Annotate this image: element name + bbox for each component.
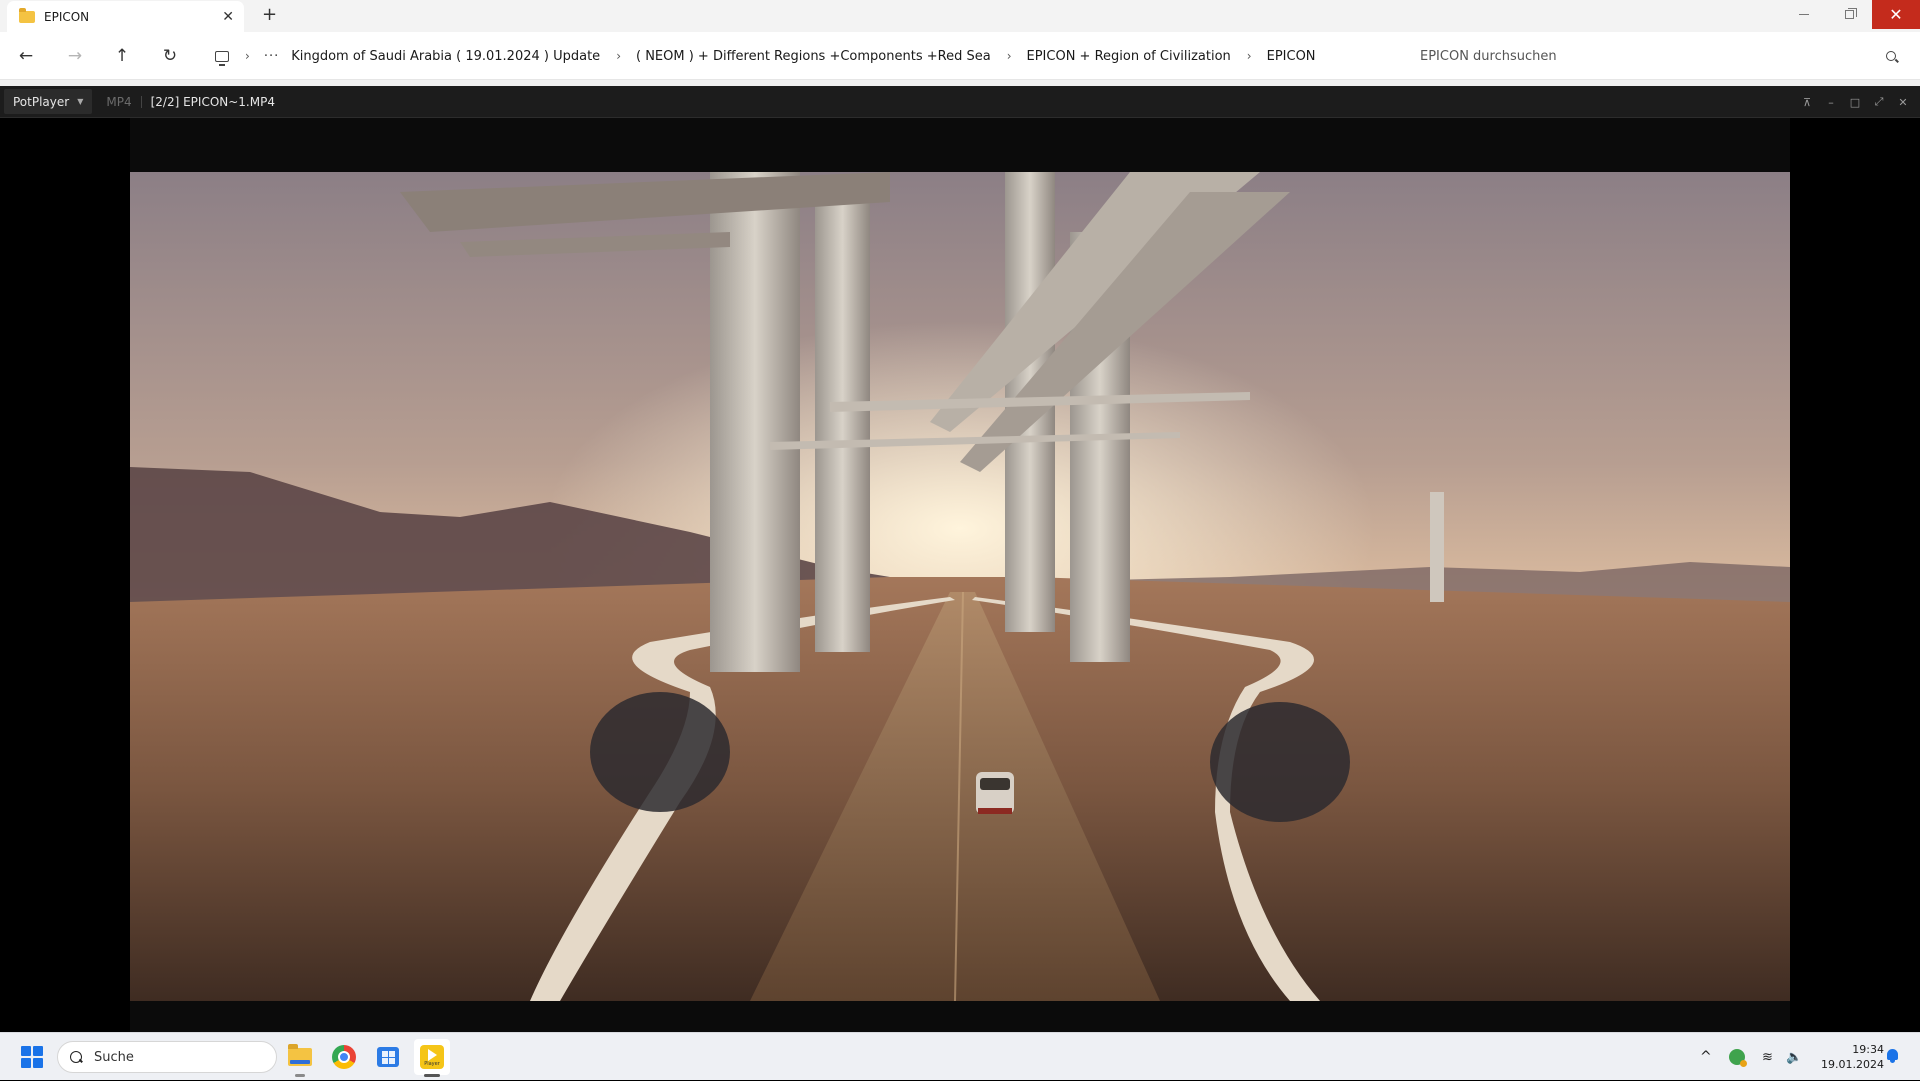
volume-icon[interactable]: 🔈 (1786, 1033, 1802, 1081)
search-icon (70, 1051, 82, 1063)
running-indicator (295, 1074, 305, 1077)
start-button[interactable] (21, 1046, 43, 1068)
breadcrumb-item-epicon-region[interactable]: EPICON + Region of Civilization (1027, 49, 1231, 64)
wifi-icon[interactable]: ≋ (1762, 1033, 1773, 1081)
windows-logo-icon (33, 1058, 43, 1068)
breadcrumb-chevron-icon[interactable]: › (1247, 49, 1252, 63)
potplayer-menu-label: PotPlayer (13, 94, 70, 109)
potplayer-window-controls: ⊼ – □ ⤢ ✕ (1800, 86, 1910, 118)
taskbar-search-box[interactable]: Suche (57, 1041, 277, 1073)
taskbar-clock[interactable]: 19:34 19.01.2024 (1812, 1042, 1884, 1072)
window-restore-button[interactable] (1826, 0, 1872, 29)
notification-bell-icon[interactable] (1886, 1049, 1899, 1063)
file-explorer-icon (288, 1044, 312, 1066)
explorer-tab[interactable]: EPICON ✕ (7, 1, 244, 32)
taskbar-potplayer[interactable]: Player (414, 1039, 450, 1077)
back-button[interactable]: ← (14, 44, 38, 68)
window-close-button[interactable]: ✕ (1872, 0, 1920, 29)
tab-close-icon[interactable]: ✕ (222, 9, 234, 25)
player-fullscreen-button[interactable]: ⤢ (1872, 95, 1886, 109)
potplayer-icon: Player (420, 1045, 444, 1069)
pin-icon[interactable]: ⊼ (1800, 95, 1814, 109)
search-icon[interactable] (1886, 51, 1896, 61)
window-minimize-button[interactable] (1781, 0, 1827, 29)
breadcrumb-chevron-icon[interactable]: › (1007, 49, 1012, 63)
video-frame[interactable] (130, 172, 1790, 1001)
potplayer-title-bar: PotPlayer ▼ MP4 [2/2] EPICON~1.MP4 ⊼ – □… (0, 86, 1920, 118)
breadcrumb-more-button[interactable]: ··· (264, 49, 279, 64)
windows-logo-icon (21, 1058, 31, 1068)
running-indicator (424, 1074, 440, 1077)
store-icon (377, 1047, 399, 1067)
taskbar-search-label: Suche (94, 1049, 134, 1065)
explorer-search-input[interactable] (1420, 48, 1886, 64)
clock-date: 19.01.2024 (1821, 1058, 1884, 1071)
this-pc-icon[interactable] (215, 50, 229, 66)
video-frame-image (130, 172, 1790, 1001)
explorer-tab-bar: EPICON ✕ + ✕ (0, 0, 1920, 32)
taskbar-file-explorer[interactable] (282, 1039, 318, 1077)
file-title: [2/2] EPICON~1.MP4 (150, 94, 275, 109)
breadcrumb-item-neom[interactable]: ( NEOM ) + Different Regions +Components… (636, 49, 991, 64)
up-button[interactable]: ↑ (110, 44, 134, 68)
breadcrumb-item-epicon[interactable]: EPICON (1267, 49, 1316, 64)
breadcrumb-chevron-icon[interactable]: › (616, 49, 621, 63)
minimize-icon (1799, 14, 1809, 15)
windows-logo-icon (33, 1046, 43, 1056)
breadcrumb-chevron-icon[interactable]: › (245, 49, 250, 63)
explorer-address-bar: ← → ↑ ↻ › ··· Kingdom of Saudi Arabia ( … (0, 32, 1920, 80)
new-tab-button[interactable]: + (262, 4, 277, 25)
breadcrumb[interactable]: › ··· Kingdom of Saudi Arabia ( 19.01.20… (201, 40, 1401, 72)
forward-button[interactable]: → (63, 44, 87, 68)
video-area[interactable] (130, 118, 1790, 1032)
player-close-button[interactable]: ✕ (1896, 95, 1910, 109)
restore-icon (1844, 8, 1857, 19)
chevron-down-icon: ▼ (77, 97, 84, 106)
tab-title: EPICON (44, 9, 90, 24)
title-separator (140, 95, 142, 108)
folder-icon (19, 7, 35, 23)
player-maximize-button[interactable]: □ (1848, 95, 1862, 109)
potplayer-menu-button[interactable]: PotPlayer ▼ (4, 89, 93, 114)
file-format-label: MP4 (106, 94, 132, 109)
potplayer-window: PotPlayer ▼ MP4 [2/2] EPICON~1.MP4 ⊼ – □… (0, 86, 1920, 1032)
breadcrumb-item-saudi-arabia[interactable]: Kingdom of Saudi Arabia ( 19.01.2024 ) U… (291, 49, 600, 64)
player-minimize-button[interactable]: – (1824, 95, 1838, 109)
shield-icon (1729, 1049, 1747, 1067)
tray-overflow-icon[interactable]: ^ (1700, 1033, 1712, 1081)
windows-logo-icon (21, 1046, 31, 1056)
chrome-icon (332, 1045, 356, 1069)
taskbar-store[interactable] (370, 1039, 406, 1075)
taskbar-chrome[interactable] (326, 1039, 362, 1075)
refresh-button[interactable]: ↻ (158, 44, 182, 68)
explorer-search-box[interactable] (1410, 40, 1910, 72)
clock-time: 19:34 (1852, 1043, 1884, 1056)
windows-taskbar: Suche Player ^ ≋ 🔈 19:34 19.01.2024 (0, 1032, 1920, 1080)
tray-security-icon[interactable] (1729, 1033, 1747, 1081)
